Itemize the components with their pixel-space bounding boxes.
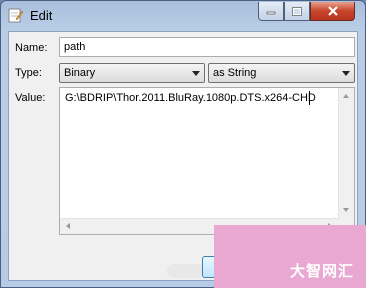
watermark-text: 大智网汇 — [289, 263, 354, 280]
chevron-down-icon — [192, 71, 200, 76]
format-dropdown[interactable]: as String — [208, 63, 355, 83]
type-label: Type: — [15, 67, 42, 79]
value-text: G:\BDRIP\Thor.2011.BluRay.1080p.DTS.x264… — [65, 92, 316, 104]
minimize-icon — [266, 11, 276, 15]
scroll-down-icon — [343, 208, 349, 212]
maximize-button[interactable] — [284, 2, 310, 21]
scroll-up-icon — [343, 94, 349, 98]
close-icon — [327, 6, 338, 16]
value-textarea[interactable]: G:\BDRIP\Thor.2011.BluRay.1080p.DTS.x264… — [59, 87, 355, 235]
type-dropdown[interactable]: Binary — [59, 63, 205, 83]
name-field[interactable]: path — [59, 37, 355, 57]
name-label: Name: — [15, 42, 48, 54]
type-value: Binary — [64, 67, 96, 79]
scroll-left-icon — [66, 223, 70, 229]
close-button[interactable] — [310, 2, 355, 21]
value-label: Value: — [15, 92, 46, 104]
cancel-button-blurred[interactable] — [167, 264, 205, 278]
maximize-icon — [292, 6, 302, 16]
minimize-button[interactable] — [258, 2, 284, 21]
format-value: as String — [213, 67, 257, 79]
vertical-scrollbar[interactable] — [338, 88, 354, 218]
name-value: path — [64, 41, 86, 53]
title-bar[interactable]: Edit — [1, 1, 365, 31]
watermark-overlay: 大智网汇 — [214, 225, 366, 288]
edit-icon — [8, 8, 23, 23]
text-caret — [309, 91, 310, 105]
chevron-down-icon — [342, 71, 350, 76]
window-title: Edit — [30, 8, 53, 23]
